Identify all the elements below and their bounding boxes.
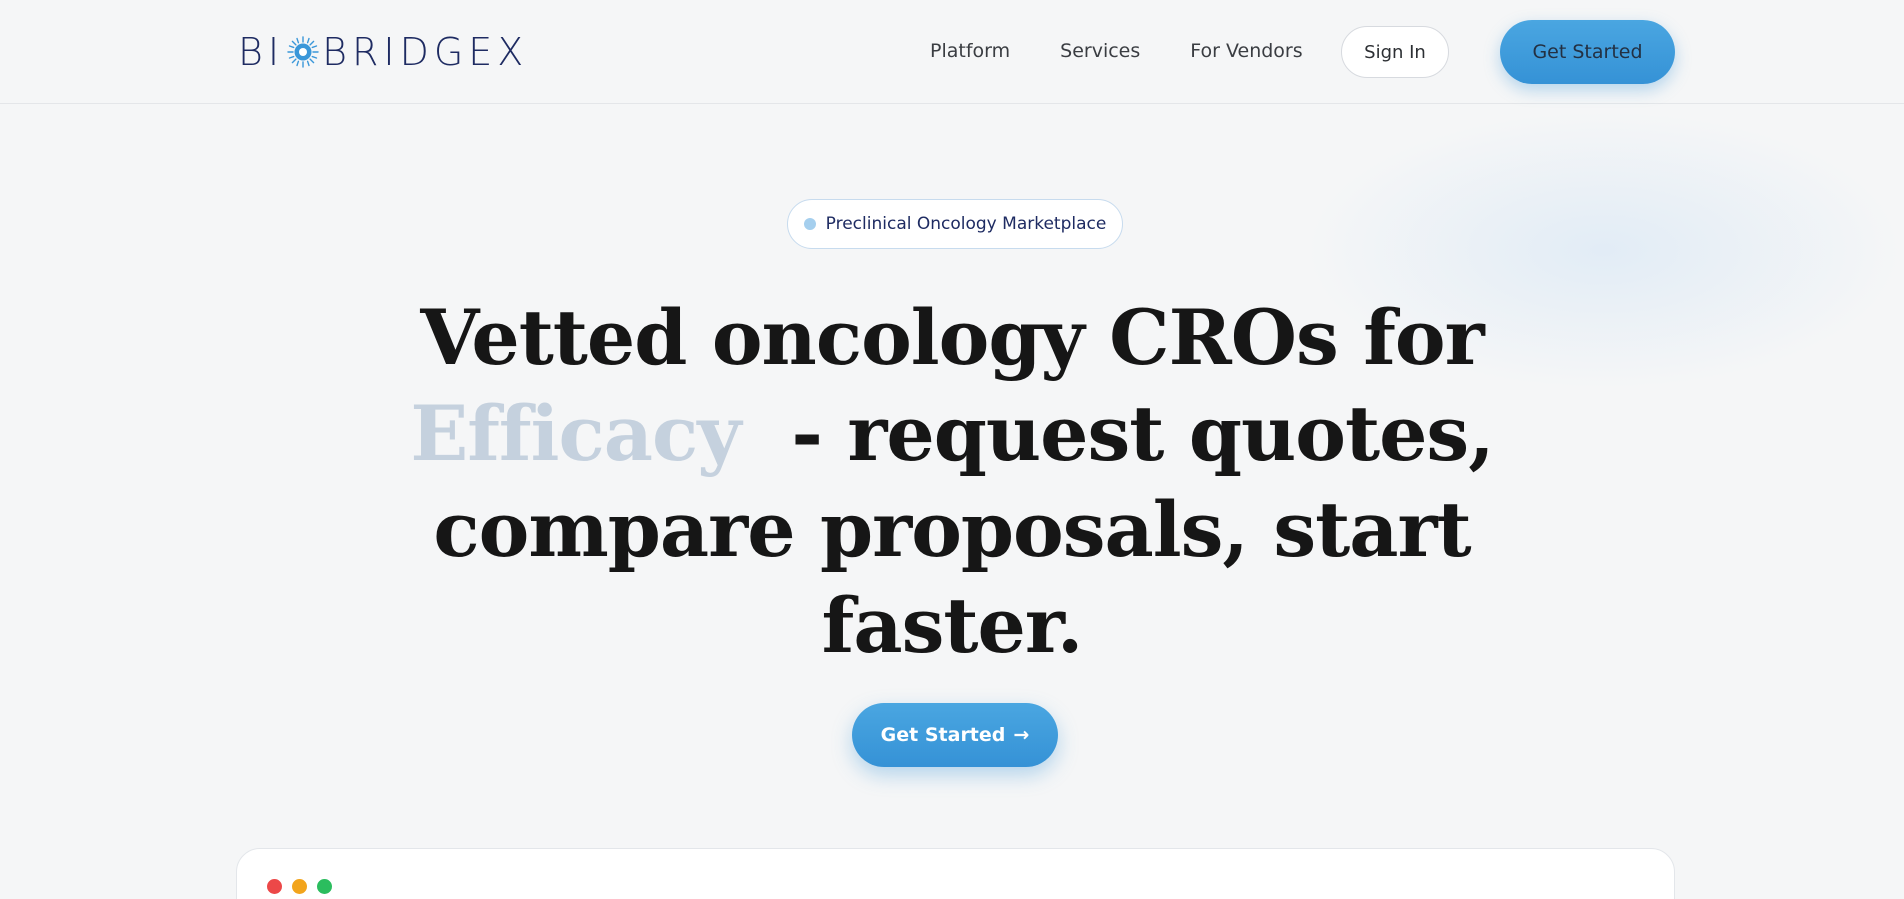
nav-link-for-vendors[interactable]: For Vendors: [1190, 40, 1302, 62]
logo-text-suffix: BRIDGEX: [322, 30, 529, 74]
arrow-right-icon: →: [1013, 724, 1030, 746]
headline-highlight-word: Efficacy: [410, 389, 741, 478]
window-maximize-dot-icon: [317, 879, 332, 894]
header-get-started-button[interactable]: Get Started: [1500, 20, 1675, 84]
logo-text-prefix: BI: [238, 30, 285, 74]
headline-line-2-rest: - request quotes,: [791, 389, 1494, 478]
hero-headline: Vetted oncology CROs for Efficacy - requ…: [402, 290, 1502, 674]
nav-link-platform[interactable]: Platform: [930, 40, 1010, 62]
headline-line-3: compare proposals, start: [433, 485, 1471, 574]
headline-line-1: Vetted oncology CROs for: [420, 293, 1484, 382]
sign-in-button[interactable]: Sign In: [1341, 26, 1449, 78]
app-preview-window: [236, 848, 1675, 899]
headline-line-4: faster.: [821, 581, 1084, 670]
category-badge: Preclinical Oncology Marketplace: [787, 199, 1123, 249]
window-minimize-dot-icon: [292, 879, 307, 894]
main-nav: Platform Services For Vendors: [930, 40, 1353, 62]
window-close-dot-icon: [267, 879, 282, 894]
brand-logo[interactable]: BI BRIDGEX: [238, 30, 529, 74]
badge-dot-icon: [803, 218, 816, 230]
hero-cta-label: Get Started: [880, 724, 1006, 746]
site-header: BI BRIDGEX Platform Services For Vendors…: [0, 0, 1904, 104]
hero-get-started-button[interactable]: Get Started →: [852, 703, 1058, 767]
badge-label: Preclinical Oncology Marketplace: [825, 214, 1107, 234]
logo-bio-icon: [287, 36, 319, 68]
nav-link-services[interactable]: Services: [1060, 40, 1140, 62]
